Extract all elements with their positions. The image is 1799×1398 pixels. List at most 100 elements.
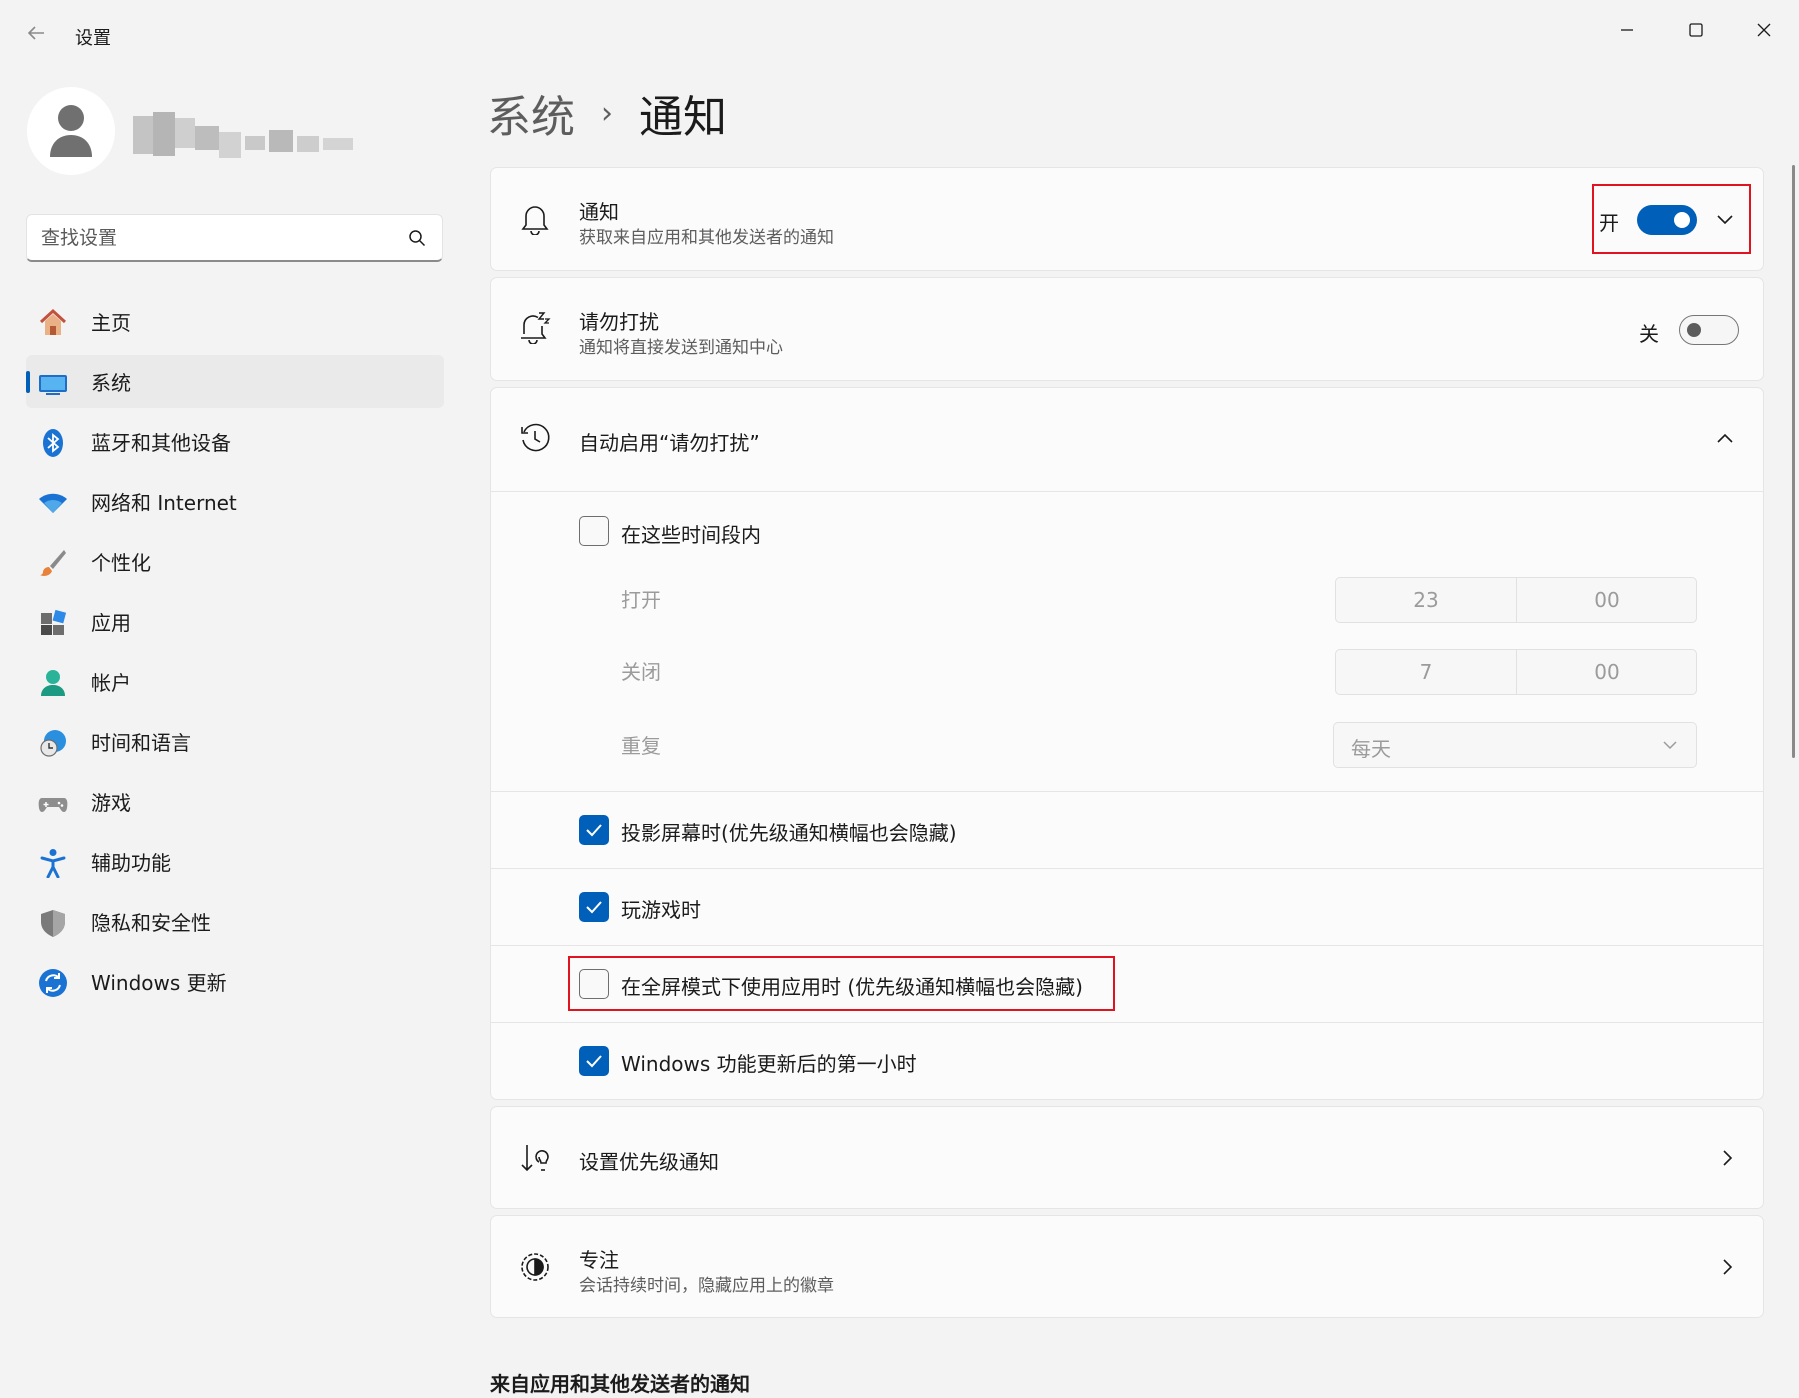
sidebar-item-label: 时间和语言 xyxy=(91,731,191,755)
repeat-label: 重复 xyxy=(621,734,661,758)
sidebar-item-label: 游戏 xyxy=(91,791,131,815)
during-times-label: 在这些时间段内 xyxy=(621,523,761,547)
schedule-section: 在这些时间段内 打开 23 00 关闭 7 00 重复 每天 xyxy=(491,491,1763,791)
gaming-label: 玩游戏时 xyxy=(621,898,701,922)
bluetooth-icon xyxy=(38,428,68,458)
chevron-down-icon[interactable] xyxy=(1715,209,1735,229)
sidebar-item-label: 个性化 xyxy=(91,551,151,575)
profile-name-blurred xyxy=(133,112,358,160)
minimize-icon[interactable] xyxy=(1604,10,1650,50)
sidebar-item-label: 蓝牙和其他设备 xyxy=(91,431,231,455)
search-box[interactable] xyxy=(26,214,443,262)
chevron-down-icon xyxy=(1662,737,1678,753)
dnd-card[interactable]: 请勿打扰 通知将直接发送到通知中心 关 xyxy=(490,277,1764,381)
sidebar-nav: 主页 系统 蓝牙和其他设备 网络和 Internet 个性化 应用 帐户 时间和… xyxy=(26,295,444,1015)
apps-icon xyxy=(38,608,68,638)
sidebar-item-time-language[interactable]: 时间和语言 xyxy=(26,715,444,768)
option-row-gaming[interactable]: 玩游戏时 xyxy=(491,868,1763,945)
back-arrow-icon[interactable] xyxy=(22,22,50,50)
sidebar-item-label: Windows 更新 xyxy=(91,971,227,995)
sidebar-item-gaming[interactable]: 游戏 xyxy=(26,775,444,828)
repeat-dropdown[interactable]: 每天 xyxy=(1333,722,1697,768)
sidebar-item-home[interactable]: 主页 xyxy=(26,295,444,348)
sidebar-item-personalization[interactable]: 个性化 xyxy=(26,535,444,588)
projecting-label: 投影屏幕时(优先级通知横幅也会隐藏) xyxy=(621,821,957,845)
repeat-value: 每天 xyxy=(1351,737,1391,761)
chevron-up-icon[interactable] xyxy=(1715,429,1735,449)
projecting-checkbox[interactable] xyxy=(579,815,609,845)
chevron-right-icon[interactable] xyxy=(1717,1148,1737,1168)
notifications-card[interactable]: 通知 获取来自应用和其他发送者的通知 开 xyxy=(490,167,1764,271)
sidebar-item-label: 网络和 Internet xyxy=(91,491,237,515)
option-row-projecting[interactable]: 投影屏幕时(优先级通知横幅也会隐藏) xyxy=(491,791,1763,868)
feature-update-checkbox[interactable] xyxy=(579,1046,609,1076)
sidebar-item-windows-update[interactable]: Windows 更新 xyxy=(26,955,444,1008)
bell-snooze-icon xyxy=(519,311,551,344)
page-title: 通知 xyxy=(639,92,727,143)
during-times-checkbox[interactable] xyxy=(579,516,609,546)
section-header: 来自应用和其他发送者的通知 xyxy=(490,1372,750,1396)
turn-off-minute[interactable]: 00 xyxy=(1517,650,1697,694)
notifications-toggle[interactable] xyxy=(1637,205,1697,235)
account-icon xyxy=(38,668,68,698)
feature-update-label: Windows 功能更新后的第一小时 xyxy=(621,1052,917,1076)
title-bar: 设置 xyxy=(0,0,1799,70)
app-title: 设置 xyxy=(75,28,111,49)
sidebar-item-accessibility[interactable]: 辅助功能 xyxy=(26,835,444,888)
sidebar-item-label: 辅助功能 xyxy=(91,851,171,875)
maximize-icon[interactable] xyxy=(1673,10,1719,50)
notifications-toggle-label: 开 xyxy=(1599,211,1619,235)
turn-on-minute[interactable]: 00 xyxy=(1517,578,1697,622)
turn-off-time-picker[interactable]: 7 00 xyxy=(1335,649,1697,695)
turn-off-hour[interactable]: 7 xyxy=(1336,650,1516,694)
dnd-toggle[interactable] xyxy=(1679,315,1739,345)
sidebar-item-label: 应用 xyxy=(91,611,131,635)
focus-card[interactable]: 专注 会话持续时间，隐藏应用上的徽章 xyxy=(490,1215,1764,1318)
home-icon xyxy=(38,308,68,338)
focus-title: 专注 xyxy=(579,1248,619,1272)
notifications-subtitle: 获取来自应用和其他发送者的通知 xyxy=(579,228,834,248)
gamepad-icon xyxy=(38,788,68,818)
shield-icon xyxy=(38,908,68,938)
sidebar-item-label: 隐私和安全性 xyxy=(91,911,211,935)
option-row-fullscreen[interactable]: 在全屏模式下使用应用时 (优先级通知横幅也会隐藏) xyxy=(491,945,1763,1022)
close-icon[interactable] xyxy=(1741,10,1787,50)
fullscreen-label: 在全屏模式下使用应用时 (优先级通知横幅也会隐藏) xyxy=(621,975,1083,999)
sidebar-item-network[interactable]: 网络和 Internet xyxy=(26,475,444,528)
accessibility-icon xyxy=(38,848,68,878)
auto-dnd-title: 自动启用“请勿打扰” xyxy=(579,431,760,455)
person-icon xyxy=(50,105,92,157)
sidebar-item-label: 帐户 xyxy=(91,671,131,695)
avatar[interactable] xyxy=(27,87,115,175)
gaming-checkbox[interactable] xyxy=(579,892,609,922)
scrollbar[interactable] xyxy=(1792,165,1795,758)
sidebar-item-accounts[interactable]: 帐户 xyxy=(26,655,444,708)
sidebar-item-apps[interactable]: 应用 xyxy=(26,595,444,648)
bell-icon xyxy=(519,203,551,235)
priority-card[interactable]: 设置优先级通知 xyxy=(490,1106,1764,1209)
priority-title: 设置优先级通知 xyxy=(579,1150,719,1174)
turn-on-hour[interactable]: 23 xyxy=(1336,578,1516,622)
sidebar-item-system[interactable]: 系统 xyxy=(26,355,444,408)
option-row-feature-update[interactable]: Windows 功能更新后的第一小时 xyxy=(491,1022,1763,1100)
dnd-title: 请勿打扰 xyxy=(579,310,659,334)
sidebar-item-bluetooth[interactable]: 蓝牙和其他设备 xyxy=(26,415,444,468)
fullscreen-checkbox[interactable] xyxy=(579,969,609,999)
auto-dnd-header[interactable]: 自动启用“请勿打扰” xyxy=(491,388,1763,491)
search-icon[interactable] xyxy=(408,229,426,247)
dnd-toggle-label: 关 xyxy=(1639,322,1659,346)
breadcrumb-parent[interactable]: 系统 xyxy=(487,81,575,145)
focus-subtitle: 会话持续时间，隐藏应用上的徽章 xyxy=(579,1276,834,1296)
dnd-subtitle: 通知将直接发送到通知中心 xyxy=(579,338,783,358)
update-icon xyxy=(38,968,68,998)
sidebar-item-privacy[interactable]: 隐私和安全性 xyxy=(26,895,444,948)
notifications-title: 通知 xyxy=(579,200,619,224)
turn-on-label: 打开 xyxy=(621,588,661,612)
auto-dnd-card: 自动启用“请勿打扰” 在这些时间段内 打开 23 00 关闭 7 00 重复 每… xyxy=(490,387,1764,1100)
search-input[interactable] xyxy=(41,223,381,253)
chevron-right-icon[interactable] xyxy=(1717,1257,1737,1277)
brush-icon xyxy=(38,548,68,578)
turn-on-time-picker[interactable]: 23 00 xyxy=(1335,577,1697,623)
focus-icon xyxy=(519,1251,551,1283)
wifi-icon xyxy=(38,488,68,518)
